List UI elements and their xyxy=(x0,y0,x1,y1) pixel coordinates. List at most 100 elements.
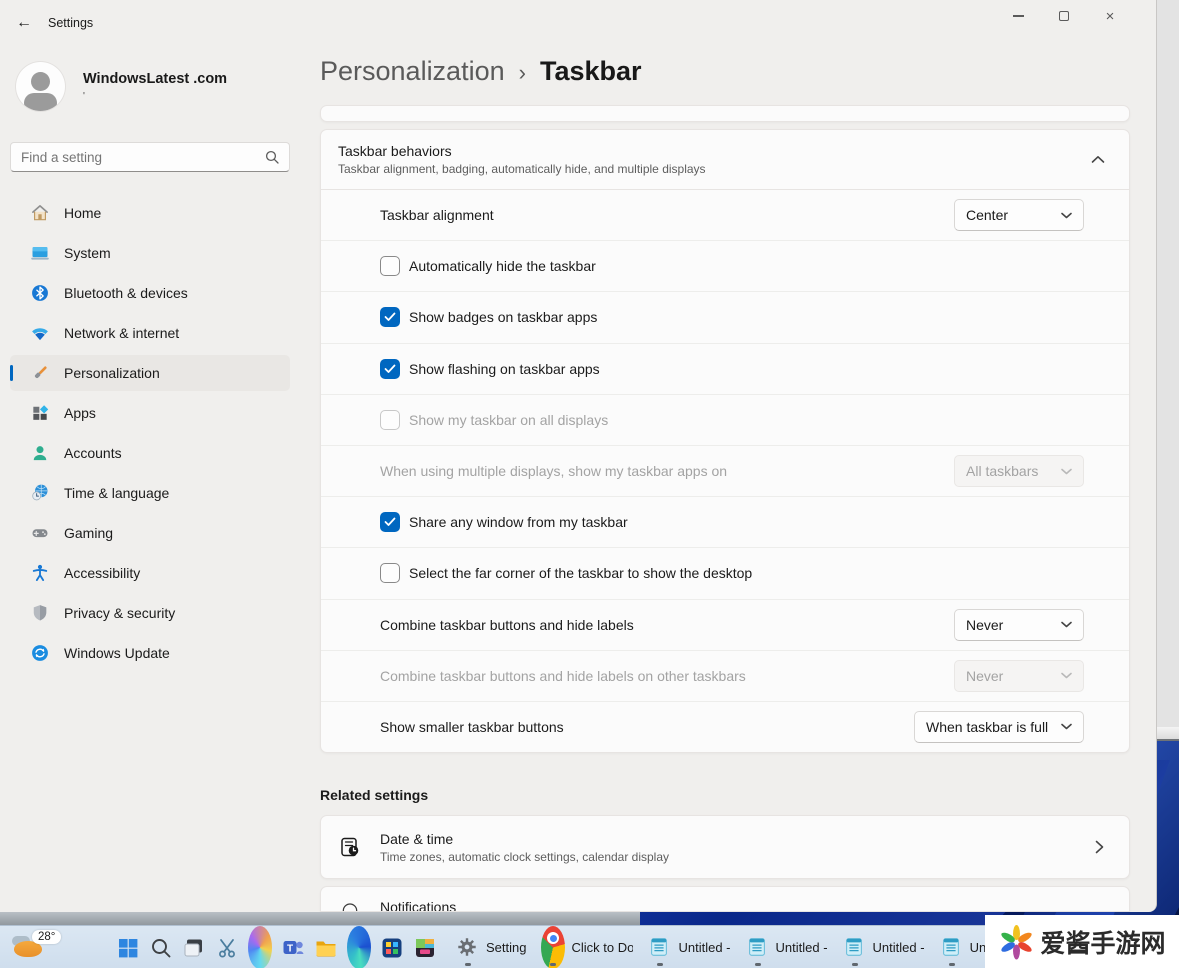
sidebar-item-windows-update[interactable]: Windows Update xyxy=(10,635,290,671)
chevron-right-icon xyxy=(1095,840,1104,854)
svg-text:T: T xyxy=(287,943,293,954)
dropdown-value: When taskbar is full xyxy=(926,718,1049,735)
teams-icon[interactable]: T xyxy=(281,936,305,960)
setting-label: Share any window from my taskbar xyxy=(409,514,628,531)
setting-label: Show smaller taskbar buttons xyxy=(380,718,564,735)
expander-subtitle: Taskbar alignment, badging, automaticall… xyxy=(338,162,706,176)
gaming-gamepad-icon xyxy=(32,529,48,538)
edge-icon[interactable] xyxy=(347,926,371,968)
taskbar-app-chrome[interactable]: Click to Do xyxy=(541,926,633,968)
search-input[interactable] xyxy=(11,149,265,165)
personalization-brush-icon xyxy=(34,366,47,379)
breadcrumb-personalization[interactable]: Personalization xyxy=(320,56,505,87)
setting-row-smaller-buttons: Show smaller taskbar buttons When taskba… xyxy=(321,700,1129,752)
breadcrumb: Personalization › Taskbar xyxy=(320,56,642,87)
sidebar-item-personalization[interactable]: Personalization xyxy=(10,355,290,391)
minimize-button[interactable] xyxy=(995,0,1041,32)
sidebar-item-accounts[interactable]: Accounts xyxy=(10,435,290,471)
setting-label: Combine taskbar buttons and hide labels … xyxy=(380,667,746,684)
notepad-icon xyxy=(940,936,964,960)
account-name[interactable]: WindowsLatest .com xyxy=(83,71,227,87)
far-corner-checkbox[interactable] xyxy=(380,563,400,584)
window-title: Settings xyxy=(48,16,94,30)
sidebar-item-apps[interactable]: Apps xyxy=(10,395,290,431)
sidebar-item-label: Apps xyxy=(64,405,96,421)
snipping-tool-icon[interactable] xyxy=(215,936,239,960)
close-button[interactable]: × xyxy=(1087,0,1133,32)
show-flashing-checkbox[interactable] xyxy=(380,358,400,379)
breadcrumb-separator: › xyxy=(518,60,526,85)
pinwheel-logo xyxy=(998,924,1034,960)
all-displays-checkbox xyxy=(380,409,400,430)
notifications-icon xyxy=(342,903,358,911)
home-icon xyxy=(32,205,48,221)
setting-label: Automatically hide the taskbar xyxy=(409,258,596,275)
sidebar-item-bluetooth-devices[interactable]: Bluetooth & devices xyxy=(10,275,290,311)
sidebar-item-home[interactable]: Home xyxy=(10,195,290,231)
share-window-checkbox[interactable] xyxy=(380,512,400,533)
task-view-icon[interactable] xyxy=(182,936,206,960)
close-icon: × xyxy=(1105,7,1115,25)
sidebar-item-gaming[interactable]: Gaming xyxy=(10,515,290,551)
start-icon[interactable] xyxy=(116,936,140,960)
minimize-icon xyxy=(1012,15,1024,17)
dropdown-value: Never xyxy=(966,667,1004,684)
sidebar-item-network-internet[interactable]: Network & internet xyxy=(10,315,290,351)
notepad-icon xyxy=(746,936,770,960)
notifications-link[interactable]: Notifications xyxy=(320,886,1130,912)
notepad-icon xyxy=(648,936,672,960)
taskbar-app-settings[interactable]: Setting xyxy=(456,926,526,968)
running-indicator xyxy=(851,963,858,966)
store-app-icon[interactable] xyxy=(380,936,404,960)
accessibility-person-icon xyxy=(32,564,48,581)
site-watermark: 爱酱手游网 xyxy=(985,915,1179,968)
taskbar-alignment-dropdown[interactable]: Center xyxy=(954,199,1084,232)
search-box[interactable] xyxy=(10,142,290,172)
sidebar-item-label: Network & internet xyxy=(64,325,180,341)
titlebar: ← Settings × xyxy=(0,0,1156,44)
copilot-icon[interactable] xyxy=(248,926,272,968)
setting-label: Taskbar alignment xyxy=(380,207,494,224)
search-icon[interactable] xyxy=(149,936,173,960)
expander-header[interactable]: Taskbar behaviors Taskbar alignment, bad… xyxy=(321,130,1129,189)
running-indicator xyxy=(657,963,664,966)
sidebar-item-privacy-security[interactable]: Privacy & security xyxy=(10,595,290,631)
maximize-button[interactable] xyxy=(1041,0,1087,32)
combine-buttons-dropdown[interactable]: Never xyxy=(954,608,1084,641)
sidebar-item-accessibility[interactable]: Accessibility xyxy=(10,555,290,591)
apps-icon xyxy=(33,405,49,420)
h265-app-icon[interactable] xyxy=(413,936,437,960)
weather-widget[interactable]: 28° xyxy=(10,930,64,964)
weather-temperature: 28° xyxy=(32,930,62,944)
avatar-person-icon xyxy=(24,93,57,111)
taskbar-app-notepad[interactable]: Untitled - xyxy=(843,926,925,968)
avatar[interactable] xyxy=(16,62,65,111)
bluetooth-icon xyxy=(32,285,48,301)
file-explorer-icon[interactable] xyxy=(314,936,338,960)
taskbar-app-notepad[interactable]: Untitled - xyxy=(648,926,731,968)
back-button[interactable]: ← xyxy=(10,9,38,37)
date-time-icon xyxy=(341,837,359,857)
settings-rows: Taskbar alignment Center Automatically h… xyxy=(321,189,1129,752)
sidebar-item-time-language[interactable]: Time & language xyxy=(10,475,290,511)
sidebar-item-label: Gaming xyxy=(64,525,114,541)
chevron-up-icon[interactable] xyxy=(1091,155,1105,164)
taskbar-app-notepad[interactable]: Untitled - xyxy=(746,926,828,968)
setting-label: Show flashing on taskbar apps xyxy=(409,360,600,377)
maximize-icon xyxy=(1059,11,1069,21)
date-time-link[interactable]: Date & time Time zones, automatic clock … xyxy=(320,815,1130,879)
show-badges-checkbox[interactable] xyxy=(380,307,400,328)
system-icon xyxy=(31,247,49,260)
chevron-down-icon xyxy=(1061,724,1072,730)
smaller-buttons-dropdown[interactable]: When taskbar is full xyxy=(914,710,1084,743)
taskbar-app-label: Setting xyxy=(486,940,527,955)
taskbar-behaviors-expander: Taskbar behaviors Taskbar alignment, bad… xyxy=(320,129,1130,753)
link-subtitle: Time zones, automatic clock settings, ca… xyxy=(380,849,670,864)
setting-row-multi-display-apps: When using multiple displays, show my ta… xyxy=(321,444,1129,496)
setting-row-auto-hide: Automatically hide the taskbar xyxy=(321,240,1129,291)
setting-label: Select the far corner of the taskbar to … xyxy=(409,565,753,582)
multi-display-dropdown: All taskbars xyxy=(954,455,1084,488)
sidebar-item-system[interactable]: System xyxy=(10,235,290,271)
auto-hide-checkbox[interactable] xyxy=(380,256,400,277)
accounts-person-icon xyxy=(33,446,47,461)
